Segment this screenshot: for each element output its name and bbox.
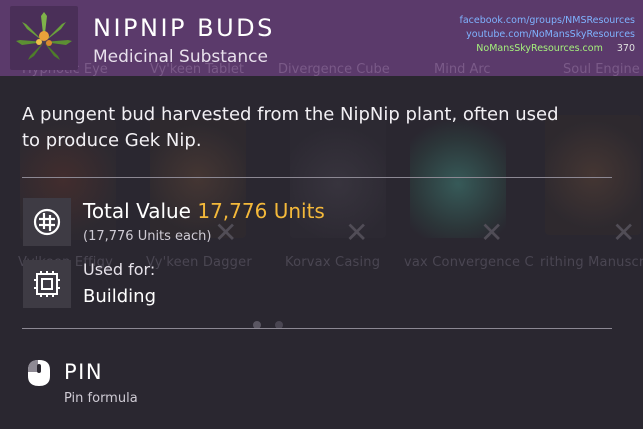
used-for-icon-box: [23, 260, 71, 308]
mouse-button-icon: [28, 360, 50, 386]
units-currency-icon: [33, 208, 61, 236]
item-details: A pungent bud harvested from the NipNip …: [0, 0, 643, 429]
item-description: A pungent bud harvested from the NipNip …: [22, 104, 559, 151]
used-for-value: Building: [83, 286, 157, 307]
pin-button-label[interactable]: PIN: [64, 360, 103, 384]
divider: [22, 328, 612, 329]
used-for-label: Used for:: [83, 260, 156, 279]
value-icon-box: [23, 198, 71, 246]
total-value-label: Total Value: [83, 199, 191, 223]
building-chip-icon: [34, 271, 60, 297]
unit-value: (17,776 Units each): [83, 229, 212, 244]
total-value-amount: 17,776 Units: [197, 199, 325, 223]
total-value: Total Value 17,776 Units: [83, 199, 325, 223]
divider: [22, 177, 612, 178]
pin-action[interactable]: [24, 358, 54, 388]
pin-description: Pin formula: [64, 391, 138, 406]
